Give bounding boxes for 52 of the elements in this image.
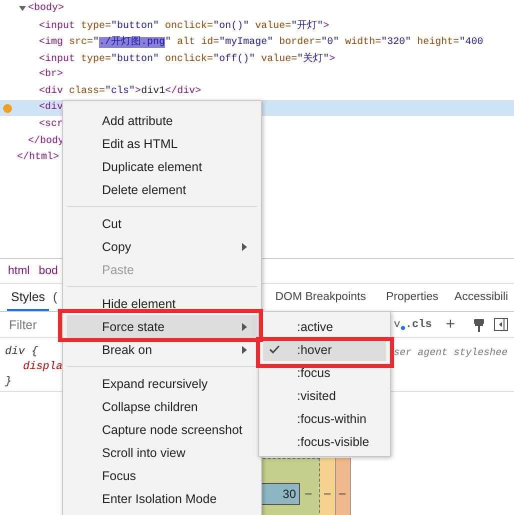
menu-item[interactable]: :visited — [263, 384, 386, 407]
filter-field[interactable]: Filter — [9, 318, 37, 332]
html-code-line: </body — [28, 136, 64, 147]
css-property: displa — [23, 360, 63, 375]
css-selector: div { — [5, 345, 40, 360]
panel-tab[interactable]: ( — [53, 284, 58, 311]
stylesheet-source: ser agent styleshee — [394, 348, 508, 361]
new-rule-button[interactable]: + — [446, 316, 456, 334]
menu-item[interactable]: :active — [263, 315, 386, 338]
box-value: – — [305, 486, 312, 500]
html-code-line: </html> — [17, 152, 60, 164]
html-code-line: <div class="cls">div1</div> — [39, 86, 202, 97]
menu-item[interactable]: :focus — [263, 361, 386, 384]
panel-tab[interactable]: Styles — [7, 284, 50, 311]
paint-roller-icon[interactable] — [473, 318, 486, 332]
menu-item[interactable]: Duplicate element — [67, 155, 257, 178]
html-code-line: <input type="button" onclick="on()" value="开灯"> — [39, 18, 330, 32]
menu-item[interactable]: Delete element — [67, 178, 257, 201]
menu-item[interactable]: :focus-within — [263, 407, 386, 430]
hov-toggle[interactable]: v — [394, 318, 406, 330]
panel-tab[interactable]: DOM Breakpoints — [271, 284, 370, 311]
css-brace: } — [5, 375, 13, 390]
box-value: – — [324, 486, 331, 500]
menu-item[interactable]: Cut — [67, 212, 257, 235]
breakpoint-dot — [3, 104, 12, 113]
html-code-line: <br> — [39, 69, 64, 80]
html-code-line: <scr — [39, 118, 64, 130]
menu-item[interactable]: Focus — [67, 464, 257, 487]
menu-item[interactable]: Scroll into view — [67, 441, 257, 464]
menu-item[interactable]: Hide element — [67, 292, 257, 315]
html-code-line: <div — [39, 102, 64, 114]
box-value: – — [339, 486, 346, 500]
expand-triangle-icon[interactable] — [19, 4, 26, 12]
menu-item[interactable]: Capture node screenshot — [67, 418, 257, 441]
menu-item[interactable]: Edit as HTML — [67, 132, 257, 155]
breadcrumb-link[interactable]: bod — [38, 265, 58, 277]
panel-tab[interactable]: Accessibili — [450, 284, 512, 311]
menu-item[interactable]: :focus-visible — [263, 430, 386, 453]
menu-item[interactable]: Enter Isolation Mode — [67, 487, 257, 510]
menu-item[interactable]: Break on — [67, 338, 257, 361]
menu-item[interactable]: Collapse children — [67, 395, 257, 418]
class-toggle[interactable]: .cls — [405, 318, 432, 330]
menu-item[interactable]: Force state — [67, 315, 257, 338]
panel-tab[interactable]: Properties — [382, 284, 442, 311]
sidebar-toggle-icon[interactable] — [494, 318, 508, 331]
html-code-line: <input type="button" onclick="off()" value="关灯"> — [39, 52, 336, 66]
breadcrumb-link[interactable]: html — [8, 265, 30, 277]
menu-item[interactable]: Add attribute — [67, 109, 257, 132]
html-code-line: <img src="./开灯图.png" alt id="myImage" border="0" width="320" height="400 — [39, 34, 484, 48]
menu-item[interactable]: Expand recursively — [67, 372, 257, 395]
menu-item[interactable]: Copy — [67, 235, 257, 258]
html-code-line: <body> — [28, 2, 64, 14]
